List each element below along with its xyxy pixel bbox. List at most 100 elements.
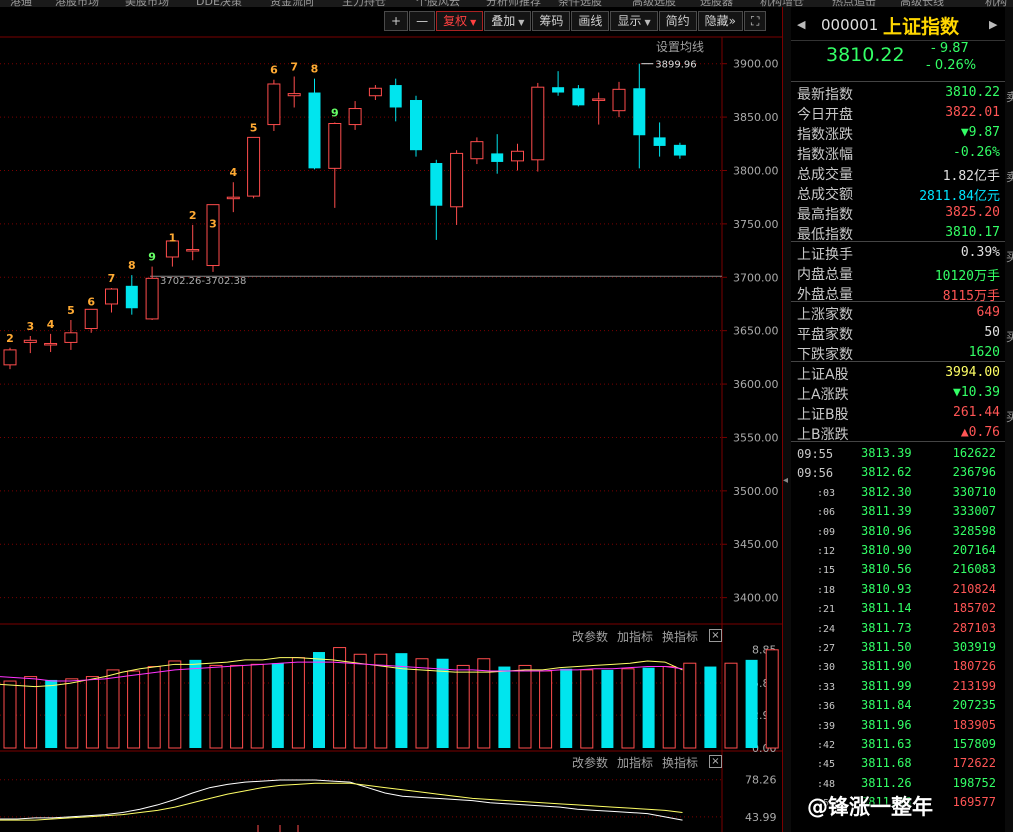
fullscreen-button[interactable]: ⛶ [743, 11, 767, 31]
volume-bar-up [765, 649, 779, 749]
tick-time: :33 [817, 681, 836, 693]
quote-row-value: 649 [976, 305, 1000, 320]
tick-row[interactable]: :15 3810.56 216083 [791, 560, 1005, 579]
top-menu-item[interactable]: 美股市场 [125, 0, 169, 7]
tick-row[interactable]: :09 3810.96 328598 [791, 522, 1005, 541]
sequence-count-label: 1 [169, 231, 177, 244]
kline-chart-area[interactable]: 3900.00 3850.00 3800.00 3750.00 3700.00 3650.… [0, 7, 783, 832]
volume-bar-down [45, 679, 58, 748]
volume-bar-up [353, 653, 367, 749]
hide-button[interactable]: 隐藏» [697, 11, 743, 31]
kline-svg[interactable]: 3900.00 3850.00 3800.00 3750.00 3700.00 3650.… [0, 7, 782, 832]
ma-settings-button[interactable]: 设置均线 [656, 38, 704, 55]
quote-row: 上A涨跌 ▼10.39 [791, 382, 1005, 403]
volume-bar-up [374, 653, 388, 749]
quote-row-value: 3822.01 [945, 105, 1000, 120]
tick-row[interactable]: 09:56 3812.62 236796 [791, 463, 1005, 482]
quote-row-label: 平盘家数 [797, 327, 853, 343]
indicator-switch-indicator-button[interactable]: 换指标 [662, 754, 698, 771]
candle-body-up [592, 98, 606, 101]
volume-bar-down [313, 652, 325, 748]
tick-price: 3813.39 [861, 446, 912, 460]
tick-row[interactable]: :12 3810.90 207164 [791, 541, 1005, 560]
restore-rights-button[interactable]: 复权 ▼ [436, 11, 484, 31]
last-price: 3810.22 [826, 44, 905, 66]
tick-row[interactable]: 09:55 3813.39 162622 [791, 444, 1005, 463]
support-line-label: 3702.26-3702.38 [160, 276, 246, 287]
indicator-close-icon[interactable]: × [709, 755, 722, 768]
tick-time: :12 [817, 546, 836, 557]
top-menu-item[interactable]: 港股市场 [55, 0, 99, 7]
top-menu-item[interactable]: 高级长线 [900, 0, 944, 7]
prev-stock-icon[interactable]: ◀ [797, 18, 805, 31]
tick-row[interactable]: :18 3810.93 210824 [791, 580, 1005, 599]
chips-button[interactable]: 筹码 [532, 11, 571, 31]
tick-row[interactable]: :33 3811.99 213199 [791, 677, 1005, 696]
tick-time: 09:56 [797, 466, 834, 481]
tick-row[interactable]: :36 3811.84 207235 [791, 696, 1005, 715]
indicator-add-indicator-button[interactable]: 加指标 [617, 754, 653, 771]
tick-price: 3811.14 [861, 601, 912, 616]
restore-rights-label: 复权 [443, 14, 468, 28]
tick-row[interactable]: :06 3811.39 333007 [791, 502, 1005, 521]
quote-row: 外盘总量 8115万手 [791, 282, 1005, 304]
top-menu-item[interactable]: 选股器 [700, 0, 733, 7]
next-stock-icon[interactable]: ▶ [989, 18, 997, 31]
tick-row[interactable]: :21 3811.14 185702 [791, 599, 1005, 618]
volume-bar-up [230, 664, 244, 749]
quote-row: 指数涨跌 ▼9.87 [791, 122, 1005, 143]
top-menu-item[interactable]: 机构增仓 [760, 0, 804, 7]
tick-row[interactable]: :24 3811.73 287103 [791, 619, 1005, 638]
tick-row[interactable]: :30 3811.90 180726 [791, 657, 1005, 676]
tick-time: :24 [817, 623, 836, 635]
volume-add-indicator-button[interactable]: 加指标 [617, 628, 653, 645]
sequence-count-label: 7 [108, 272, 116, 285]
top-menu-item[interactable]: 条件选股 [558, 0, 602, 7]
volume-change-params-button[interactable]: 改参数 [572, 628, 608, 645]
volume-bar-up [106, 669, 120, 749]
volume-switch-indicator-button[interactable]: 换指标 [662, 628, 698, 645]
top-menu-item[interactable]: 热点追击 [832, 0, 876, 7]
volume-close-icon[interactable]: × [709, 629, 722, 642]
tick-price: 3811.50 [861, 640, 912, 654]
zoom-in-button[interactable]: + [384, 11, 409, 31]
candle-body-down [491, 153, 504, 162]
top-menu-item[interactable]: DDE决策 [196, 0, 242, 7]
hide-label: 隐藏 [704, 14, 729, 28]
tick-row[interactable]: :27 3811.50 303919 [791, 638, 1005, 657]
tick-row[interactable]: :39 3811.96 183905 [791, 716, 1005, 735]
quote-row-value: 261.44 [953, 405, 1000, 420]
zoom-out-button[interactable]: — [409, 11, 436, 31]
quote-row: 上证B股 261.44 [791, 402, 1005, 423]
tick-time: :27 [817, 643, 836, 654]
price-change-pct: - 0.26% [926, 58, 977, 73]
candle-body-up [84, 308, 98, 330]
top-menu-item[interactable]: 资金流向 [270, 0, 314, 7]
top-menu-item[interactable]: 高级选股 [632, 0, 676, 7]
y-tick-label: 3850.00 [733, 111, 779, 124]
panel-splitter[interactable]: ◂ [783, 7, 791, 832]
simple-mode-button[interactable]: 简约 [658, 11, 697, 31]
indicator-change-params-button[interactable]: 改参数 [572, 754, 608, 771]
tick-row[interactable]: :03 3812.30 330710 [791, 483, 1005, 502]
tick-row[interactable]: :42 3811.63 157809 [791, 735, 1005, 754]
top-menu-item[interactable]: 港通 [10, 0, 32, 7]
display-button[interactable]: 显示 ▼ [610, 11, 658, 31]
top-menu-item[interactable]: 主力持仓 [342, 0, 386, 7]
candle-body-down [673, 144, 686, 156]
tick-price: 3811.90 [861, 659, 912, 674]
volume-bar-down [189, 659, 202, 748]
top-menu-item[interactable]: 机构 [985, 0, 1007, 7]
quote-row-label: 内盘总量 [797, 267, 853, 283]
volume-bar-up [415, 658, 429, 749]
overlay-button[interactable]: 叠加 ▼ [484, 11, 532, 31]
tick-price: 3811.73 [861, 620, 912, 635]
tick-price: 3810.56 [861, 562, 912, 577]
tick-row[interactable]: :45 3811.68 172622 [791, 754, 1005, 773]
draw-line-button[interactable]: 画线 [571, 11, 610, 31]
top-menu-item[interactable]: 分析师推荐 [486, 0, 541, 7]
sequence-count-label: 4 [229, 166, 237, 179]
top-menu-item[interactable]: 个股风云 [416, 0, 460, 7]
overlay-label: 叠加 [491, 14, 516, 28]
candle-body-up [105, 288, 118, 305]
